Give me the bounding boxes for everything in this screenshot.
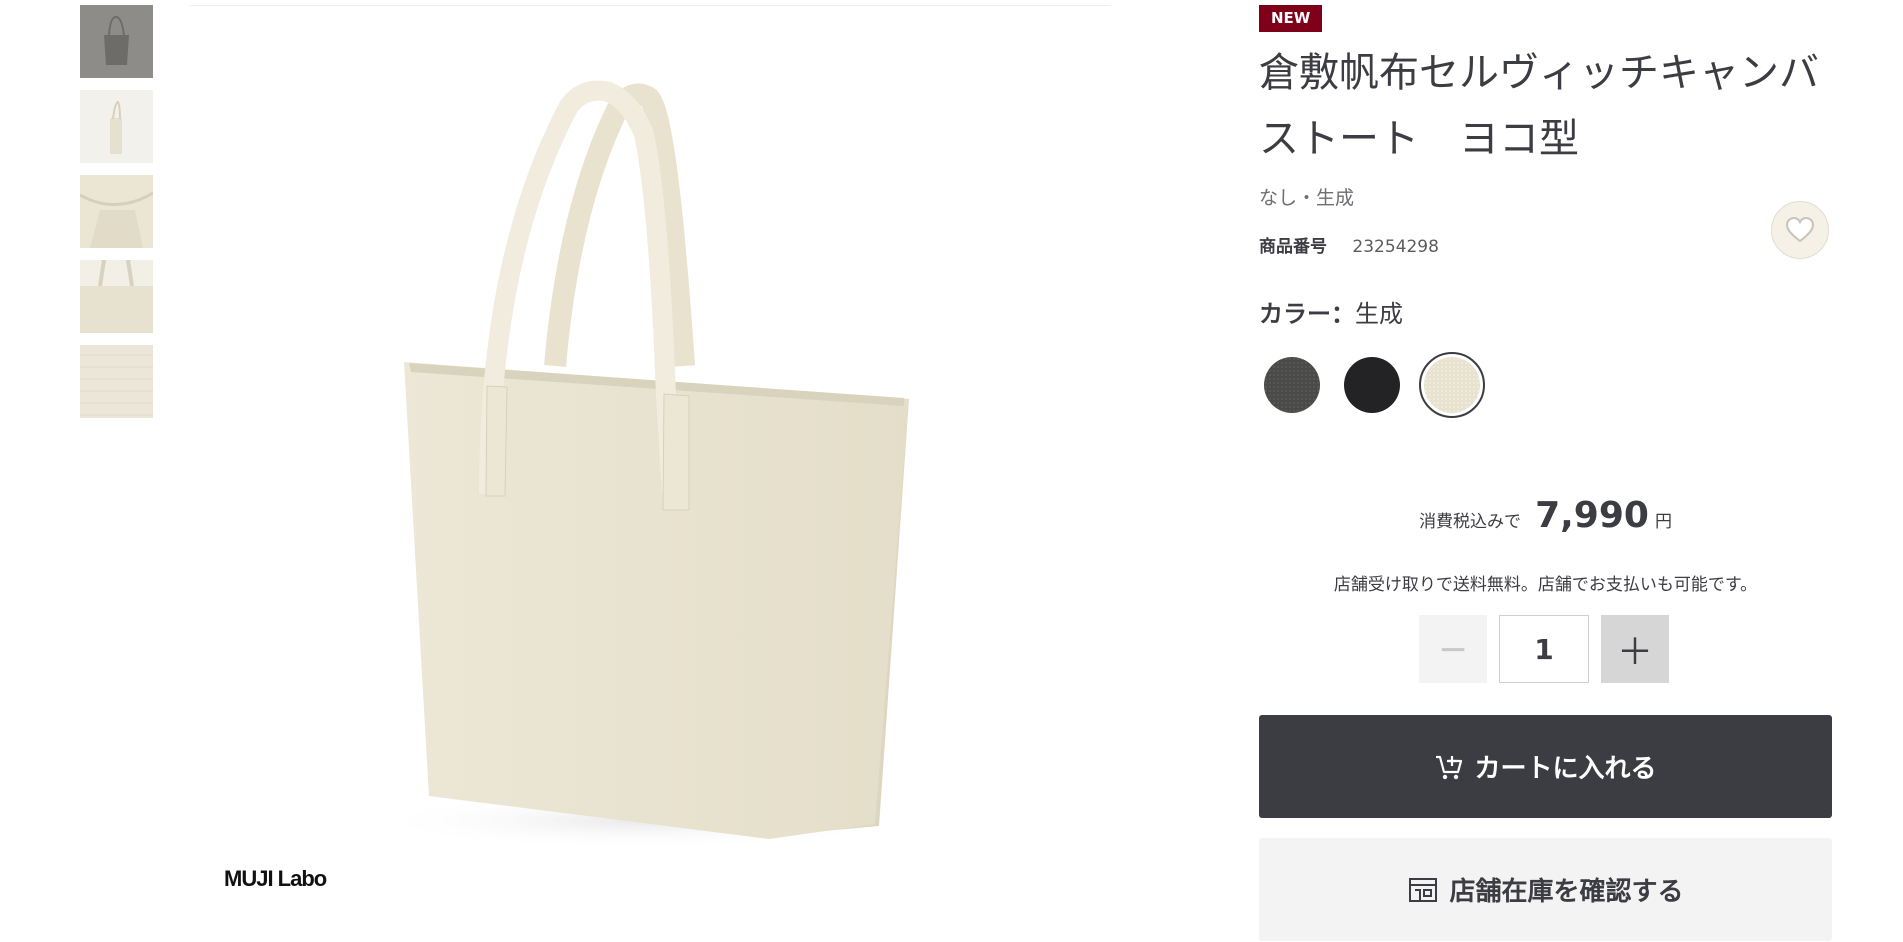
color-row: カラー：生成 [1259,294,1403,329]
check-store-stock-button[interactable]: 店舗在庫を確認する [1259,838,1832,941]
pickup-note: 店舗受け取りで送料無料。店舗でお支払いも可能です。 [1333,575,1758,595]
price-prefix: 消費税込みで [1419,512,1522,532]
quantity-stepper: − ＋ [1419,615,1669,683]
thumbnail-1[interactable] [80,5,153,78]
new-badge: NEW [1259,5,1323,32]
thumbnail-5[interactable] [80,345,153,418]
product-code-value: 23254298 [1352,237,1439,257]
product-variant: なし・生成 [1259,187,1355,209]
swatch-natural[interactable] [1419,352,1485,418]
product-code-row: 商品番号 23254298 [1259,232,1439,257]
main-product-image[interactable]: MUJI Labo [189,5,1111,942]
color-swatches [1259,352,1499,418]
price-unit: 円 [1654,512,1672,532]
favorite-button[interactable] [1771,201,1829,259]
check-stock-label: 店舗在庫を確認する [1449,877,1684,907]
cart-icon [1436,755,1463,779]
add-to-cart-label: カートに入れる [1474,754,1657,784]
thumbnail-2[interactable] [80,90,153,163]
price-value: 7,990 [1535,495,1649,536]
quantity-increase-button[interactable]: ＋ [1601,615,1669,683]
quantity-decrease-button[interactable]: − [1419,615,1487,683]
store-icon [1409,877,1438,902]
quantity-input[interactable] [1499,615,1589,683]
heart-icon [1785,216,1815,243]
thumbnail-3[interactable] [80,175,153,248]
swatch-black[interactable] [1339,352,1405,418]
product-code-label: 商品番号 [1259,237,1327,257]
swatch-dark-gray[interactable] [1259,352,1325,418]
product-title: 倉敷帆布セルヴィッチキャンバストート ヨコ型 [1259,50,1819,162]
add-to-cart-button[interactable]: カートに入れる [1259,715,1832,818]
color-label: カラー： [1259,300,1355,328]
color-value: 生成 [1355,300,1403,328]
thumbnail-4[interactable] [80,260,153,333]
price-row: 消費税込みで 7,990 円 [1259,495,1832,536]
thumbnail-list [80,5,153,430]
brand-logo: MUJI Labo [224,866,327,891]
